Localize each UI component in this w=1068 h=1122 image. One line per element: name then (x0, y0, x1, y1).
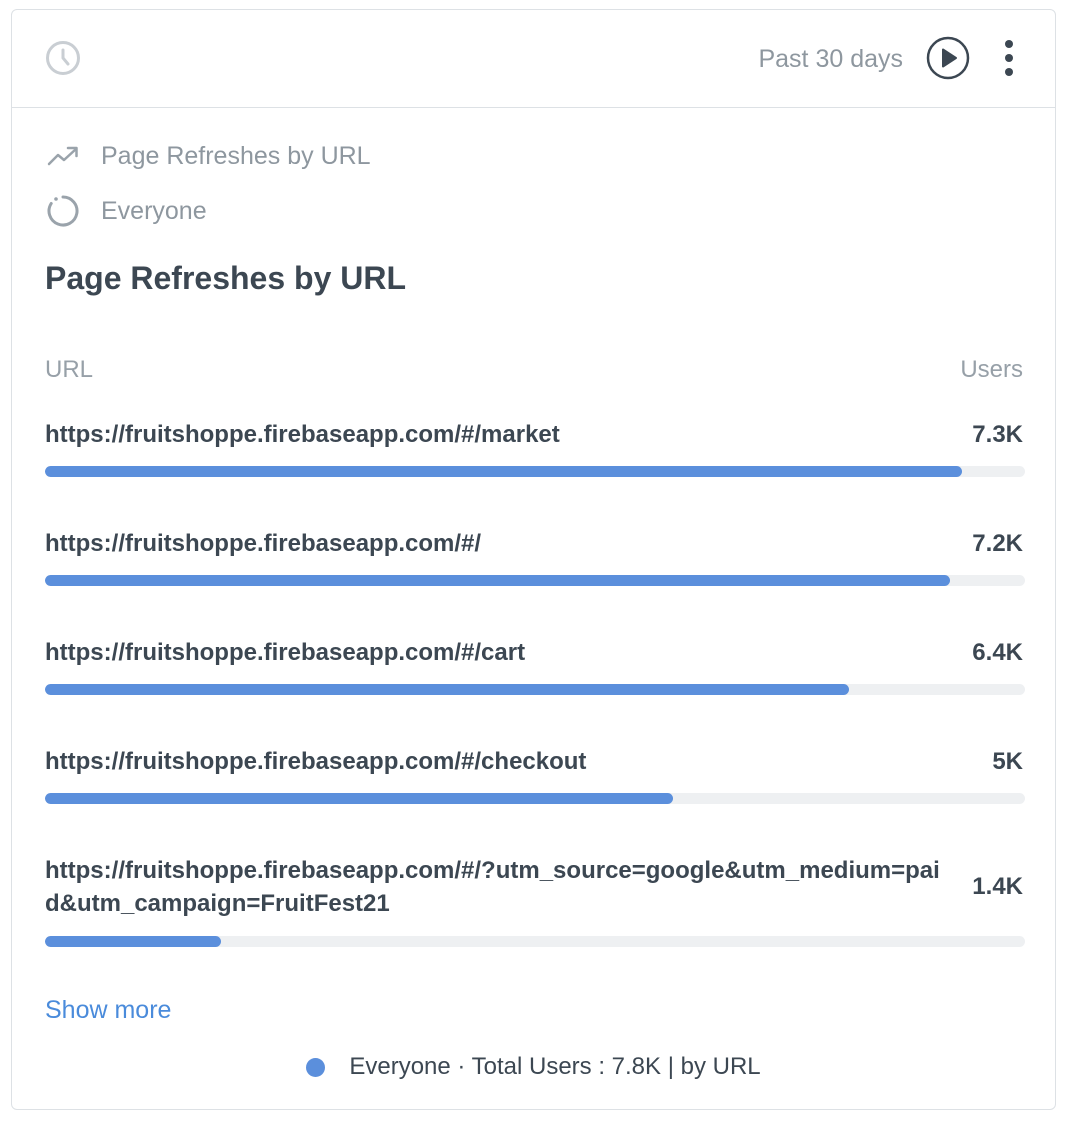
bar-value-label: 1.4K (972, 873, 1023, 900)
bar-value-label: 5K (992, 748, 1023, 775)
bar-label[interactable]: https://fruitshoppe.firebaseapp.com/#/?u… (45, 854, 945, 920)
bar-track (45, 684, 1025, 695)
bar-value-label: 7.3K (972, 421, 1023, 448)
bar[interactable] (45, 793, 674, 804)
trend-line-icon (45, 138, 81, 174)
metric-row: Page Refreshes by URL (45, 138, 371, 174)
report-card: Past 30 days Page Refreshes by URL Every… (11, 9, 1056, 1110)
chart-legend: Everyone · Total Users : 7.8K | by URL (12, 1053, 1055, 1081)
bar-track (45, 575, 1025, 586)
bar-value-label: 6.4K (972, 639, 1023, 666)
more-vertical-icon[interactable] (996, 36, 1022, 80)
bar-label[interactable]: https://fruitshoppe.firebaseapp.com/#/ (45, 527, 945, 560)
bar-track (45, 466, 1025, 477)
bar-track (45, 793, 1025, 804)
date-range-label[interactable]: Past 30 days (758, 42, 903, 76)
segment-row: Everyone (45, 193, 207, 229)
bar-label[interactable]: https://fruitshoppe.firebaseapp.com/#/ma… (45, 418, 945, 451)
play-icon[interactable] (926, 36, 970, 80)
chart-title: Page Refreshes by URL (45, 260, 407, 296)
bar[interactable] (45, 575, 950, 586)
legend-label: Everyone · Total Users : 7.8K | by URL (349, 1053, 761, 1080)
bar-value-label: 7.2K (972, 530, 1023, 557)
url-column-header: URL (45, 356, 94, 383)
metric-label: Page Refreshes by URL (101, 141, 371, 170)
segment-loading-icon (45, 193, 81, 229)
segment-label: Everyone (101, 196, 207, 225)
legend-swatch (306, 1057, 326, 1077)
bar[interactable] (45, 936, 221, 947)
card-header: Past 30 days (12, 10, 1055, 108)
bar[interactable] (45, 466, 963, 477)
users-column-header: Users (960, 356, 1023, 383)
bar-label[interactable]: https://fruitshoppe.firebaseapp.com/#/ch… (45, 745, 945, 778)
bar-track (45, 936, 1025, 947)
bar-label[interactable]: https://fruitshoppe.firebaseapp.com/#/ca… (45, 636, 945, 669)
show-more-link[interactable]: Show more (45, 996, 171, 1025)
bar[interactable] (45, 684, 850, 695)
clock-icon[interactable] (45, 40, 81, 76)
